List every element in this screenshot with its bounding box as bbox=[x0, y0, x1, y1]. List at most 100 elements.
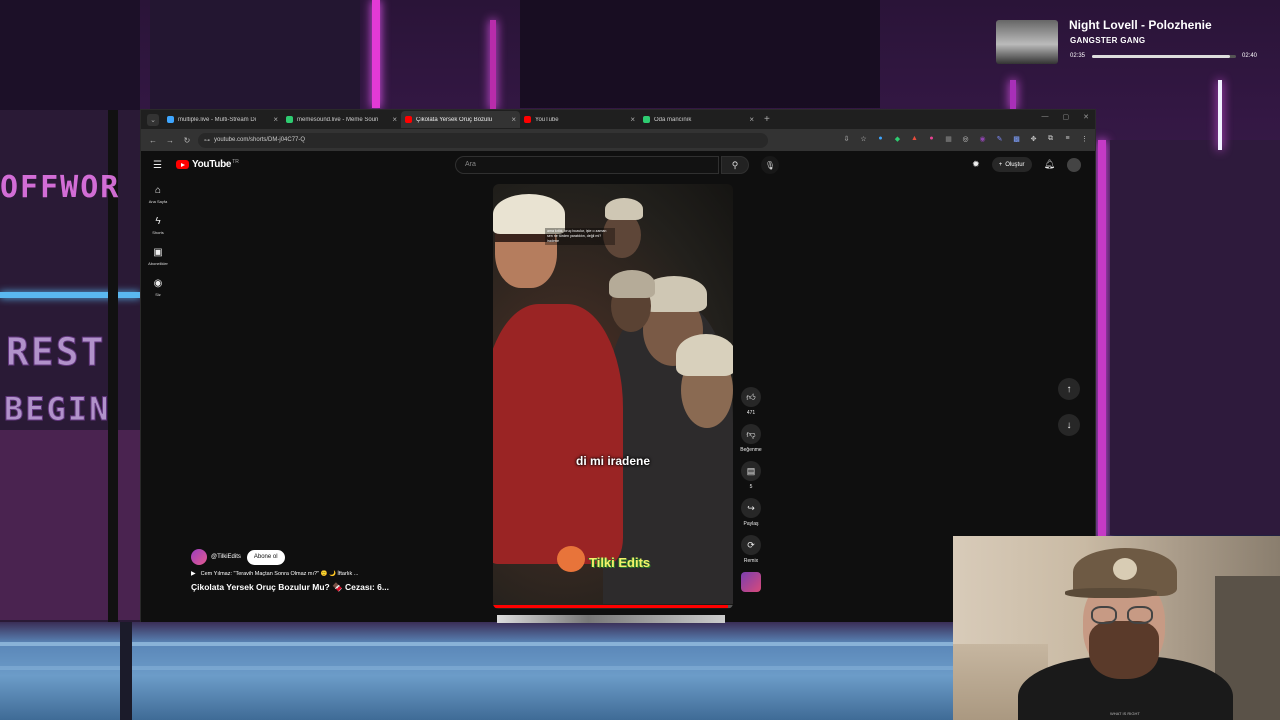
comments-button[interactable]: ▤ bbox=[741, 461, 761, 481]
webcam-overlay: WHAT IS RIGHT bbox=[953, 536, 1280, 720]
video-subtitle: di mi iradene bbox=[575, 454, 651, 468]
remix-label: Remix bbox=[743, 558, 759, 564]
you-icon: ◉ bbox=[153, 278, 163, 289]
album-art bbox=[996, 20, 1058, 64]
shorts-video-player[interactable]: ama kıtlık, oruç bozulur, işte o zaman s… bbox=[493, 184, 733, 609]
browser-menu-icon[interactable]: ⋮ bbox=[1080, 134, 1089, 143]
extension-4-icon[interactable]: ● bbox=[927, 134, 936, 143]
shorts-actions: 👍︎ 471 👎︎ Beğenme ▤ 5 ↪ Paylaş ⟳ Remix bbox=[739, 387, 763, 600]
sidebar-item-home[interactable]: ⌂ Ana Sayfa bbox=[141, 185, 175, 204]
arrow-up-icon: ↑ bbox=[1066, 383, 1072, 395]
tab-favicon-icon bbox=[643, 116, 650, 123]
extensions-puzzle-icon[interactable]: ✥ bbox=[1029, 134, 1038, 143]
sidebar-item-label: Siz bbox=[155, 292, 161, 297]
comment-count: 5 bbox=[749, 484, 753, 490]
new-tab-button[interactable]: + bbox=[764, 114, 770, 125]
browser-tab[interactable]: memesound.live - Meme Soun × bbox=[282, 111, 401, 128]
tab-search-button[interactable]: ⌄ bbox=[147, 113, 159, 126]
channel-handle[interactable]: @TilkiEdits bbox=[211, 554, 241, 560]
share-label: Paylaş bbox=[743, 521, 759, 527]
sidebar-item-shorts[interactable]: ϟ Shorts bbox=[141, 216, 175, 235]
subscriptions-icon: ▣ bbox=[153, 247, 163, 258]
install-app-icon[interactable]: ⇩ bbox=[842, 134, 851, 143]
header-actions: ✹ + Oluştur 🔔︎ bbox=[972, 157, 1081, 172]
bookmark-star-icon[interactable]: ☆ bbox=[859, 134, 868, 143]
hamburger-menu-icon[interactable]: ☰ bbox=[153, 160, 162, 171]
tab-favicon-icon bbox=[524, 116, 531, 123]
previous-short-button[interactable]: ↑ bbox=[1058, 378, 1080, 400]
sidebar-item-label: Abonelikler bbox=[148, 261, 168, 266]
shorts-icon: ϟ bbox=[155, 216, 161, 227]
subscribe-button[interactable]: Abone ol bbox=[246, 549, 285, 565]
now-playing-widget: Night Lovell - Polozhenie GANGSTER GANG … bbox=[994, 14, 1270, 70]
now-playing-progress bbox=[1092, 55, 1236, 58]
extension-3-icon[interactable]: ▲ bbox=[910, 134, 919, 143]
extensions-row: ⇩ ☆ ● ◆ ▲ ● ▦ ◎ ◉ ✎ ▩ ✥ ⧉ ≡ ⋮ bbox=[842, 134, 1089, 143]
minimize-icon[interactable]: — bbox=[1042, 113, 1049, 121]
dislike-button[interactable]: 👎︎ bbox=[741, 424, 761, 444]
fox-logo-icon bbox=[557, 546, 585, 572]
boy-red-shirt bbox=[493, 304, 623, 564]
browser-tab[interactable]: Oda mancınık × bbox=[639, 111, 758, 128]
close-tab-icon[interactable]: × bbox=[273, 115, 278, 124]
youtube-page: ☰ YouTube TR Ara ⚲ 🎙 ✹ + Oluştur 🔔︎ ⌂ Ana… bbox=[141, 151, 1095, 623]
notifications-bell-icon[interactable]: 🔔︎ bbox=[1044, 159, 1055, 170]
next-short-button[interactable]: ↓ bbox=[1058, 414, 1080, 436]
browser-tab[interactable]: Çikolata Yersek Oruç Bozulu × bbox=[401, 111, 520, 128]
neon-sign-offworld: OFFWOR bbox=[0, 170, 121, 205]
youtube-logo[interactable]: YouTube TR bbox=[176, 159, 239, 170]
voice-search-button[interactable]: 🎙 bbox=[761, 156, 779, 174]
music-row[interactable]: ▶ Cem Yılmaz: "Teravih Maçtan Sonra Olma… bbox=[191, 570, 421, 578]
dislike-label: Beğenme bbox=[740, 447, 762, 453]
sound-channel-avatar[interactable] bbox=[741, 572, 761, 592]
site-info-icon[interactable]: ⊶ bbox=[204, 137, 210, 144]
translate-icon[interactable]: ⧉ bbox=[1046, 134, 1055, 143]
extension-2-icon[interactable]: ◆ bbox=[893, 134, 902, 143]
share-button[interactable]: ↪ bbox=[741, 498, 761, 518]
sidebar-item-label: Shorts bbox=[152, 230, 164, 235]
extension-5-icon[interactable]: ▦ bbox=[944, 134, 953, 143]
music-title: Cem Yılmaz: "Teravih Maçtan Sonra Olmaz … bbox=[200, 570, 359, 577]
extension-1-icon[interactable]: ● bbox=[876, 134, 885, 143]
extension-7-icon[interactable]: ◉ bbox=[978, 134, 987, 143]
reload-icon[interactable]: ↻ bbox=[181, 136, 193, 145]
remix-button[interactable]: ⟳ bbox=[741, 535, 761, 555]
forward-icon[interactable]: → bbox=[164, 136, 176, 145]
close-tab-icon[interactable]: × bbox=[392, 115, 397, 124]
maximize-icon[interactable]: ▢ bbox=[1063, 113, 1070, 121]
extension-8-icon[interactable]: ✎ bbox=[995, 134, 1004, 143]
share-icon: ↪ bbox=[747, 502, 755, 513]
tab-bar: ⌄ multiple.live - Multi-Stream Di × memeso… bbox=[141, 110, 1095, 129]
close-tab-icon[interactable]: × bbox=[630, 115, 635, 124]
create-button[interactable]: + Oluştur bbox=[991, 157, 1032, 172]
thumbs-down-icon: 👎︎ bbox=[746, 428, 756, 439]
address-bar-row: ← → ↻ ⊶ youtube.com/shorts/DM-j04C77-Q ⇩… bbox=[141, 129, 1095, 151]
like-button[interactable]: 👍︎ bbox=[741, 387, 761, 407]
close-window-icon[interactable]: ✕ bbox=[1083, 113, 1089, 121]
search-input[interactable]: Ara bbox=[455, 156, 719, 174]
video-progress-bar[interactable] bbox=[493, 605, 733, 608]
comment-icon: ▤ bbox=[746, 465, 756, 476]
sidebar-item-you[interactable]: ◉ Siz bbox=[141, 278, 175, 297]
gear-extension-icon[interactable]: ✹ bbox=[972, 159, 980, 170]
address-bar[interactable]: ⊶ youtube.com/shorts/DM-j04C77-Q bbox=[198, 132, 768, 148]
browser-tab[interactable]: YouTube × bbox=[520, 111, 639, 128]
extension-9-icon[interactable]: ▩ bbox=[1012, 134, 1021, 143]
short-info: @TilkiEdits Abone ol ▶ Cem Yılmaz: "Tera… bbox=[191, 549, 421, 593]
shirt-text: WHAT IS RIGHT bbox=[1110, 711, 1140, 716]
close-tab-icon[interactable]: × bbox=[511, 115, 516, 124]
browser-tab[interactable]: multiple.live - Multi-Stream Di × bbox=[163, 111, 282, 128]
plus-icon: + bbox=[998, 161, 1003, 168]
search-button[interactable]: ⚲ bbox=[721, 156, 749, 174]
short-title[interactable]: Çikolata Yersek Oruç Bozulur Mu? 🍫 Cezas… bbox=[191, 582, 421, 593]
tab-label: memesound.live - Meme Soun bbox=[297, 116, 379, 123]
channel-avatar[interactable] bbox=[191, 549, 207, 565]
media-icon[interactable]: ≡ bbox=[1063, 134, 1072, 143]
account-avatar[interactable] bbox=[1067, 157, 1081, 172]
next-short-preview[interactable] bbox=[497, 615, 725, 623]
sidebar-item-subscriptions[interactable]: ▣ Abonelikler bbox=[141, 247, 175, 266]
extension-6-icon[interactable]: ◎ bbox=[961, 134, 970, 143]
video-watermark: Tilki Edits bbox=[589, 555, 651, 570]
back-icon[interactable]: ← bbox=[147, 136, 159, 145]
close-tab-icon[interactable]: × bbox=[749, 115, 754, 124]
